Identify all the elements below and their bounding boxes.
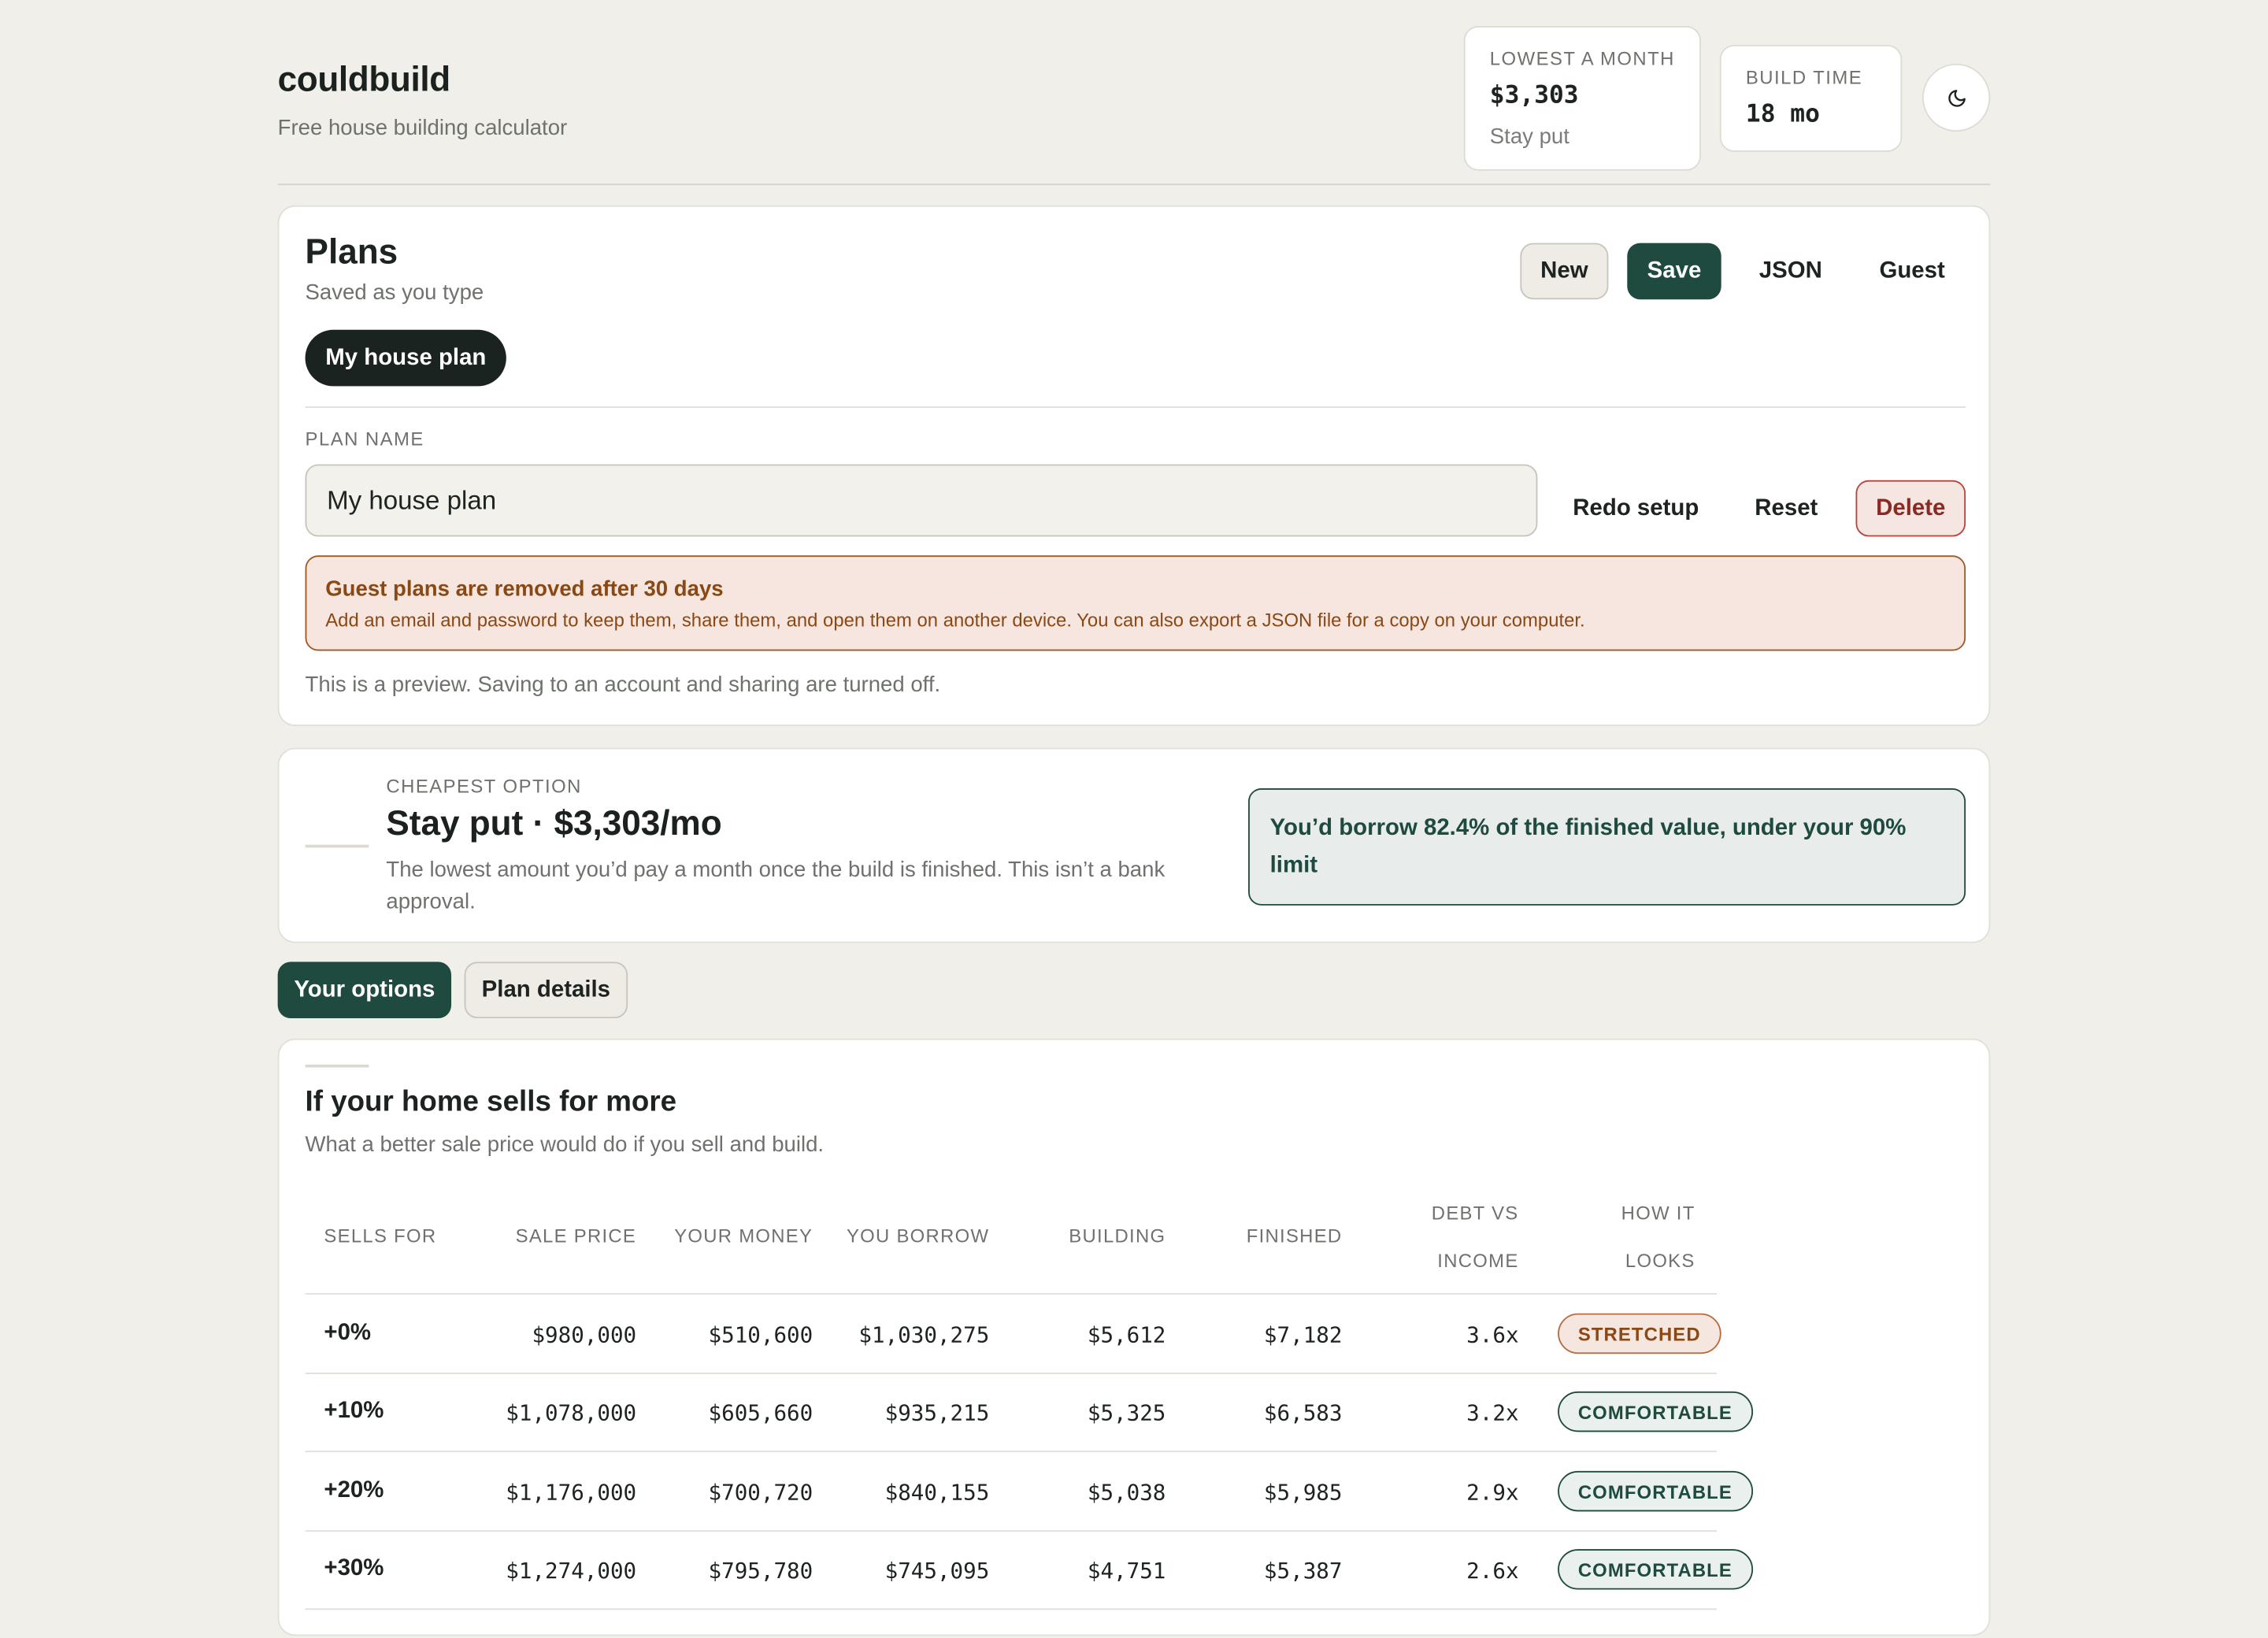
cell-sale-price: $1,078,000: [506, 1399, 637, 1426]
guest-notice: Guest plans are removed after 30 days Ad…: [305, 555, 1966, 651]
guest-button[interactable]: Guest: [1866, 243, 1959, 300]
guest-notice-body: Add an email and password to keep them, …: [325, 609, 1585, 631]
plans-divider: [305, 406, 1966, 408]
plans-subtitle: Saved as you type: [305, 280, 484, 306]
cell-building: $5,325: [1087, 1399, 1166, 1426]
cheapest-option-label: CHEAPEST OPTION: [386, 775, 582, 798]
build-time-card: BUILD TIME 18 mo: [1719, 44, 1903, 152]
table-header-divider: [305, 1293, 1718, 1295]
col-header-you-borrow: YOU BORROW: [846, 1225, 990, 1247]
cheapest-option-card: CHEAPEST OPTION Stay put · $3,303/mo The…: [277, 747, 1991, 943]
lowest-month-label: LOWEST A MONTH: [1489, 47, 1675, 70]
col-header-debt-line1: DEBT VS: [1431, 1202, 1519, 1224]
cell-building: $4,751: [1087, 1558, 1166, 1584]
cell-debt-vs-income: 3.2x: [1466, 1399, 1519, 1426]
cell-building: $5,038: [1087, 1479, 1166, 1506]
app-title: couldbuild: [277, 61, 451, 100]
cell-sells-for: +30%: [324, 1556, 384, 1581]
tab-your-options[interactable]: Your options: [277, 962, 452, 1019]
theme-toggle-button[interactable]: [1922, 63, 1991, 132]
cheapest-option-title: Stay put · $3,303/mo: [386, 804, 722, 843]
status-badge: STRETCHED: [1558, 1313, 1721, 1354]
col-header-how-line1: HOW IT: [1621, 1202, 1695, 1224]
plan-chip-my-house-plan[interactable]: My house plan: [305, 329, 507, 387]
status-badge: COMFORTABLE: [1558, 1470, 1753, 1512]
cell-sells-for: +0%: [324, 1320, 372, 1346]
guest-notice-title: Guest plans are removed after 30 days: [325, 576, 724, 602]
col-header-debt-line2: INCOME: [1437, 1249, 1519, 1272]
build-time-label: BUILD TIME: [1745, 66, 1863, 89]
reset-button[interactable]: Reset: [1740, 480, 1833, 537]
save-button[interactable]: Save: [1627, 243, 1721, 300]
delete-button[interactable]: Delete: [1855, 480, 1966, 537]
row-divider: [305, 1451, 1718, 1453]
cell-sale-price: $980,000: [532, 1321, 637, 1348]
borrow-ratio-note: You’d borrow 82.4% of the finished value…: [1248, 788, 1966, 906]
cell-you-borrow: $840,155: [884, 1479, 990, 1506]
col-header-sale-price: SALE PRICE: [515, 1225, 637, 1247]
cell-debt-vs-income: 3.6x: [1466, 1321, 1519, 1348]
status-badge: COMFORTABLE: [1558, 1391, 1753, 1432]
cell-finished: $7,182: [1263, 1321, 1343, 1348]
plans-card: Plans Saved as you type New Save JSON Gu…: [277, 205, 1991, 727]
sale-scenarios-card: If your home sells for more What a bette…: [277, 1038, 1991, 1636]
col-header-how-it-looks: HOW IT LOOKS: [1621, 1189, 1695, 1284]
sale-scenarios-title: If your home sells for more: [305, 1086, 677, 1118]
app-tagline: Free house building calculator: [277, 115, 568, 141]
redo-setup-button[interactable]: Redo setup: [1563, 480, 1708, 537]
sale-scenarios-subtitle: What a better sale price would do if you…: [305, 1132, 825, 1158]
col-header-sells-for: SELLS FOR: [324, 1225, 437, 1247]
lowest-month-value: $3,303: [1489, 80, 1579, 110]
preview-note: This is a preview. Saving to an account …: [305, 673, 941, 698]
cell-building: $5,612: [1087, 1321, 1166, 1348]
col-header-debt-vs-income: DEBT VS INCOME: [1432, 1189, 1519, 1284]
status-badge: COMFORTABLE: [1558, 1549, 1753, 1590]
cell-finished: $5,387: [1263, 1558, 1343, 1584]
lowest-month-sub: Stay put: [1489, 124, 1569, 150]
new-plan-button[interactable]: New: [1520, 243, 1609, 300]
cell-your-money: $510,600: [708, 1321, 813, 1348]
lowest-month-card: LOWEST A MONTH $3,303 Stay put: [1463, 26, 1701, 171]
col-header-finished: FINISHED: [1246, 1225, 1343, 1247]
cell-debt-vs-income: 2.6x: [1466, 1558, 1519, 1584]
cell-you-borrow: $1,030,275: [858, 1321, 990, 1348]
accent-rule: [305, 1064, 369, 1068]
cell-sale-price: $1,176,000: [506, 1479, 637, 1506]
col-header-how-line2: LOOKS: [1625, 1249, 1695, 1272]
cell-finished: $5,985: [1263, 1479, 1343, 1506]
cell-your-money: $700,720: [708, 1479, 813, 1506]
accent-rule: [305, 844, 369, 848]
col-header-your-money: YOUR MONEY: [674, 1225, 813, 1247]
cell-sells-for: +20%: [324, 1478, 384, 1503]
cell-sale-price: $1,274,000: [506, 1558, 637, 1584]
plan-name-label: PLAN NAME: [305, 428, 424, 450]
row-divider: [305, 1530, 1718, 1532]
plans-title: Plans: [305, 232, 398, 272]
cell-sells-for: +10%: [324, 1399, 384, 1424]
cell-your-money: $795,780: [708, 1558, 813, 1584]
header-divider: [277, 183, 1991, 186]
col-header-building: BUILDING: [1069, 1225, 1166, 1247]
cell-finished: $6,583: [1263, 1399, 1343, 1426]
build-time-value: 18 mo: [1745, 99, 1820, 129]
cheapest-option-description: The lowest amount you’d pay a month once…: [386, 858, 1166, 914]
json-button[interactable]: JSON: [1747, 243, 1834, 300]
tab-plan-details[interactable]: Plan details: [464, 962, 628, 1019]
cell-debt-vs-income: 2.9x: [1466, 1479, 1519, 1506]
row-divider: [305, 1373, 1718, 1374]
cell-you-borrow: $935,215: [884, 1399, 990, 1426]
cell-you-borrow: $745,095: [884, 1558, 990, 1584]
row-divider: [305, 1608, 1718, 1610]
moon-icon: [1947, 89, 1965, 106]
plan-name-input[interactable]: [305, 464, 1538, 537]
cell-your-money: $605,660: [708, 1399, 813, 1426]
